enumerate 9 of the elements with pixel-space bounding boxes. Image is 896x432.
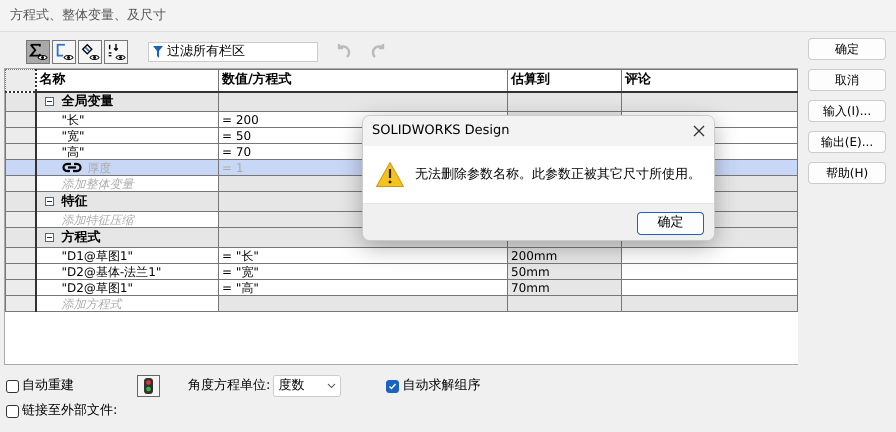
estimate-cell: 50mm [508,264,622,280]
group-title: 特征 [62,194,88,208]
group-title: 方程式 [62,230,100,244]
dialog-message: 无法删除参数名称。此参数正被其它尺寸所使用。 [415,166,701,184]
estimate-cell: 200mm [508,248,622,264]
angle-unit-label: 角度方程单位: [188,377,270,396]
dialog-title: SOLIDWORKS Design [372,122,510,140]
estimate-cell: 70mm [508,280,622,296]
group-title: 全局变量 [62,94,114,109]
